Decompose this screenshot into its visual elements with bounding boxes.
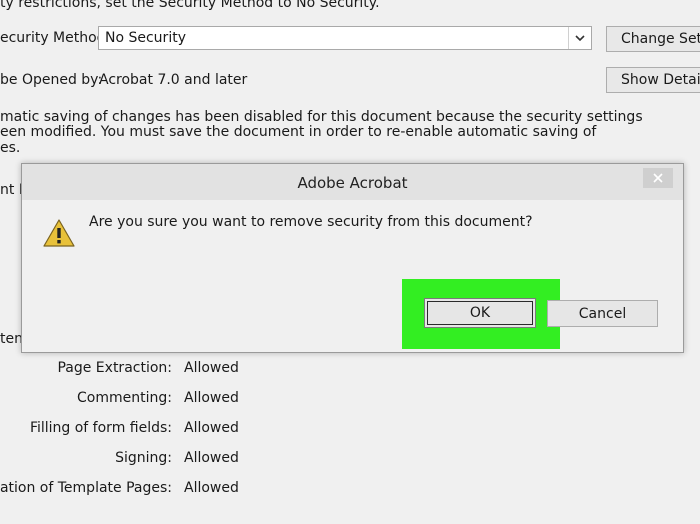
permission-label: Commenting: [77, 390, 172, 406]
opened-by-value: Acrobat 7.0 and later [99, 72, 248, 88]
warning-icon [42, 218, 76, 252]
notice-line: een modified. You must save the document… [0, 124, 597, 140]
dialog-body: Are you sure you want to remove security… [22, 200, 683, 352]
security-method-select[interactable]: No Security [98, 26, 592, 50]
permission-value: Allowed [184, 450, 239, 466]
permission-value: Allowed [184, 390, 239, 406]
change-settings-button[interactable]: Change Settin [606, 26, 700, 52]
show-details-button[interactable]: Show Details [606, 67, 700, 93]
top-instruction-text: ty restrictions, set the Security Method… [0, 0, 380, 11]
permission-label: Creation of Template Pages: [0, 480, 172, 496]
permission-label: Signing: [115, 450, 172, 466]
security-method-label: ecurity Method: [0, 30, 111, 46]
notice-line: es. [0, 140, 21, 156]
cut-off-label: ten [0, 331, 23, 347]
permission-label: Filling of form fields: [29, 420, 172, 436]
permission-value: Allowed [184, 420, 239, 436]
opened-by-label: be Opened by: [0, 72, 103, 88]
ok-button[interactable]: OK [424, 298, 536, 328]
dialog-title: Adobe Acrobat [297, 174, 408, 192]
permission-label: Page Extraction: [57, 360, 172, 376]
security-method-value: No Security [105, 30, 186, 46]
chevron-down-icon[interactable] [568, 27, 591, 49]
cancel-button[interactable]: Cancel [547, 300, 658, 327]
dialog-titlebar[interactable]: Adobe Acrobat [22, 164, 683, 200]
permission-value: Allowed [184, 480, 239, 496]
permission-value: Allowed [184, 360, 239, 376]
close-icon[interactable] [643, 168, 673, 188]
dialog-message: Are you sure you want to remove security… [89, 214, 533, 230]
notice-line: matic saving of changes has been disable… [0, 109, 643, 125]
